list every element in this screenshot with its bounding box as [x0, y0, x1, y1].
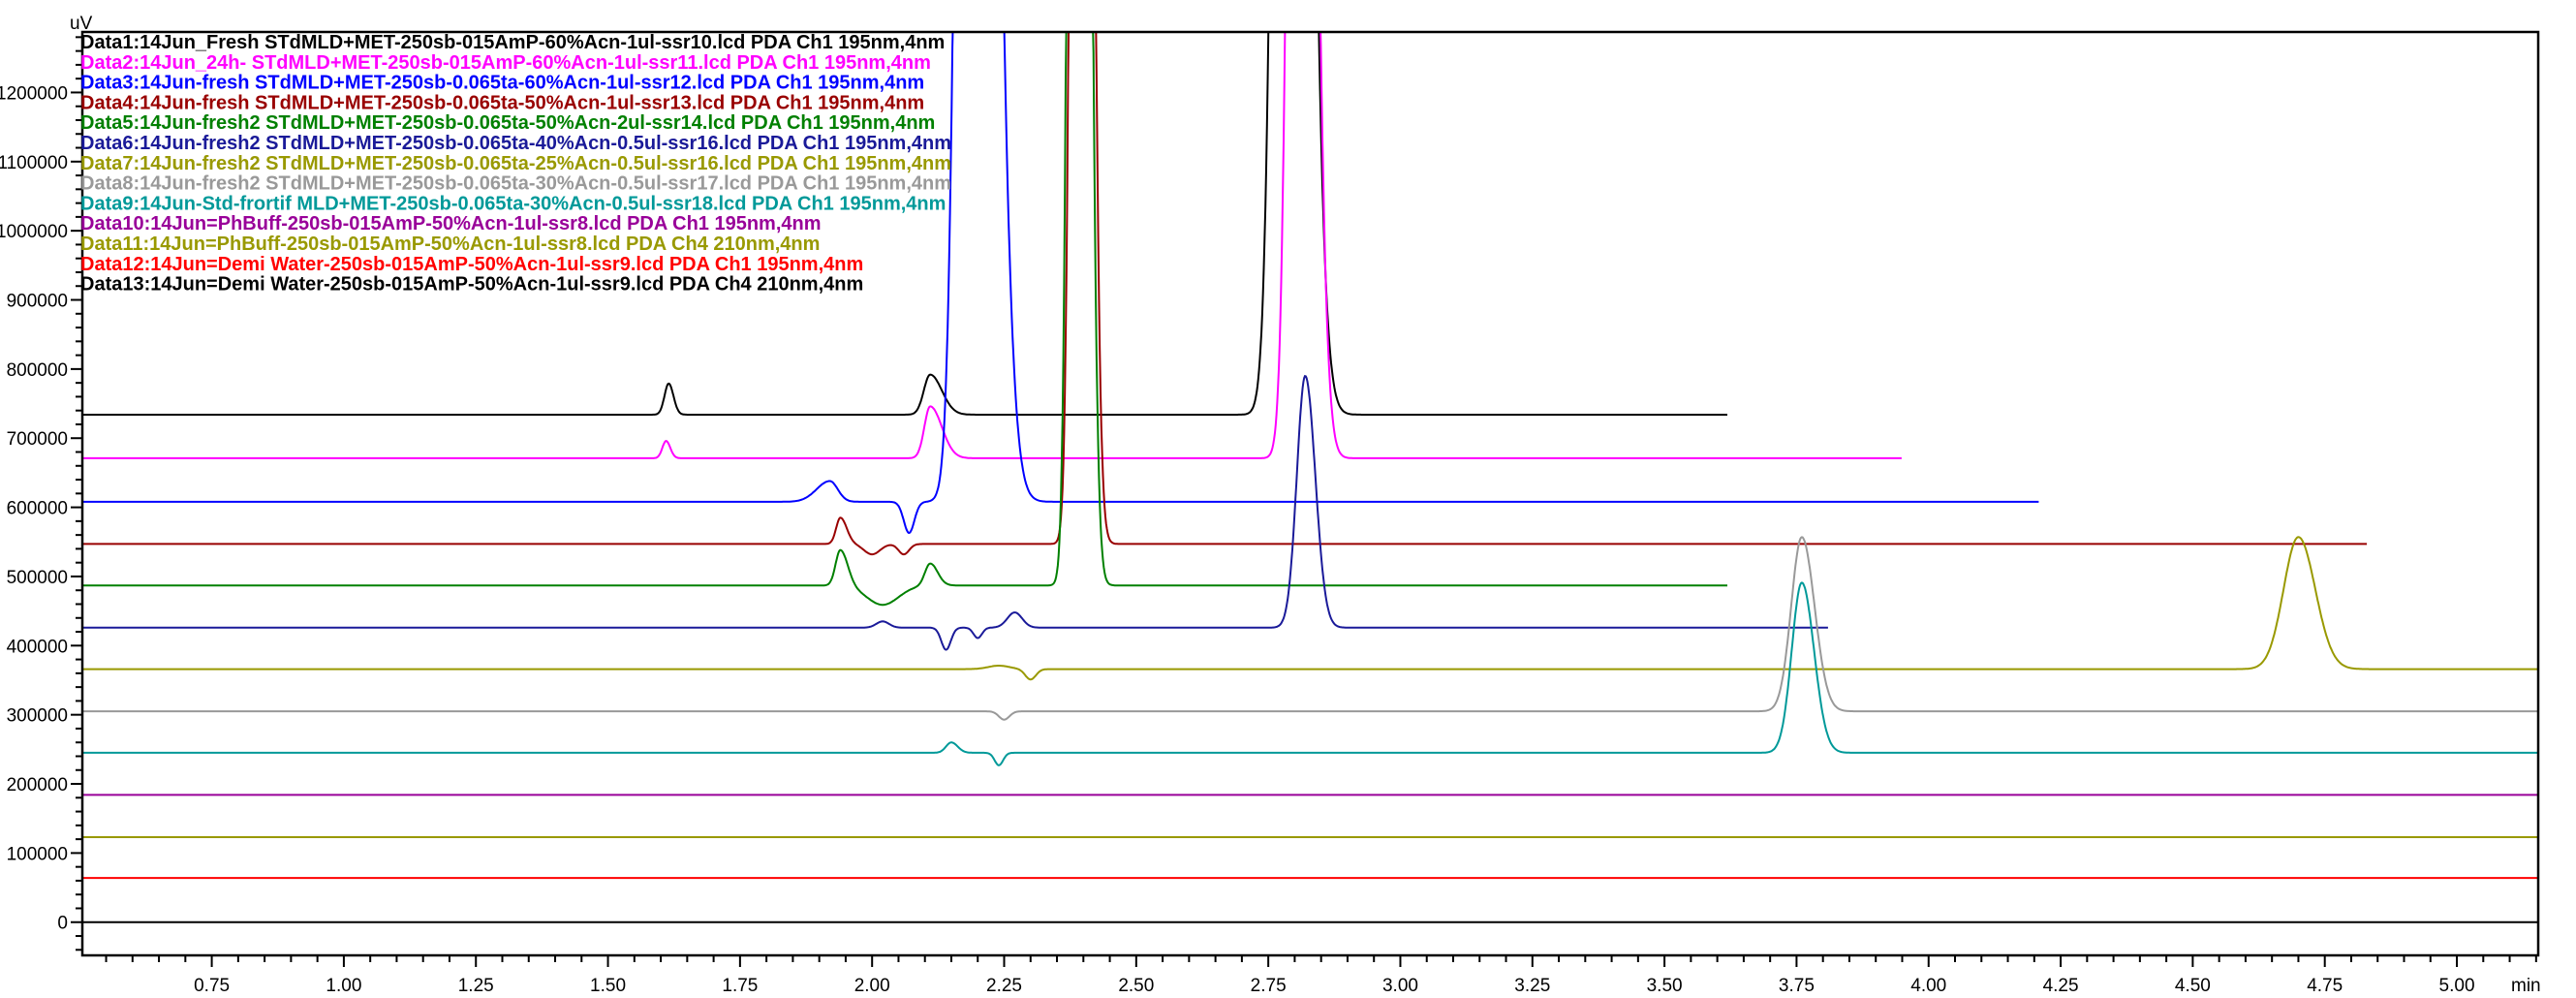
x-tick-label: 4.75 — [2307, 976, 2343, 996]
x-tick-label: 1.00 — [326, 976, 361, 996]
y-tick-label: 600000 — [7, 499, 68, 519]
y-tick-label: 900000 — [7, 292, 68, 312]
x-tick-label: 1.75 — [722, 976, 758, 996]
legend-entry-data13: Data13:14Jun=Demi Water-250sb-015AmP-50%… — [80, 274, 863, 296]
y-tick-label: 1200000 — [0, 83, 68, 104]
legend-entry-data12: Data12:14Jun=Demi Water-250sb-015AmP-50%… — [80, 254, 863, 275]
x-axis: 0.75 1.00 1.25 1.50 1.75 2.00 2.25 2.50 2.75 3.00… — [105, 955, 2537, 996]
legend-entry-data1: Data1:14Jun_Fresh STdMLD+MET-250sb-015Am… — [80, 32, 945, 53]
x-tick-label: 4.25 — [2043, 976, 2079, 996]
legend-entry-data2: Data2:14Jun_24h- STdMLD+MET-250sb-015AmP… — [80, 52, 931, 74]
x-tick-label: 4.50 — [2175, 976, 2211, 996]
x-tick-label: 2.25 — [986, 976, 1022, 996]
y-tick-label: 300000 — [7, 706, 68, 727]
x-tick-label: 2.75 — [1251, 976, 1287, 996]
y-axis: 0 100000 200000 300000 400000 500000 600000 700… — [0, 36, 82, 951]
trace-data7 — [82, 536, 2538, 681]
chromatogram-chart: 0 100000 200000 300000 400000 500000 600000 700… — [0, 14, 2541, 996]
legend-entry-data8: Data8:14Jun-fresh2 STdMLD+MET-250sb-0.06… — [80, 173, 951, 195]
legend-entry-data4: Data4:14Jun-fresh STdMLD+MET-250sb-0.065… — [80, 92, 924, 113]
x-tick-label: 4.00 — [1910, 976, 1946, 996]
x-tick-label: 3.50 — [1647, 976, 1683, 996]
x-tick-label: 0.75 — [194, 976, 230, 996]
y-tick-label: 700000 — [7, 429, 68, 450]
x-tick-label: 1.25 — [458, 976, 494, 996]
x-tick-label: 3.25 — [1514, 976, 1550, 996]
y-tick-label: 500000 — [7, 568, 68, 588]
legend-entry-data9: Data9:14Jun-Std-frortif MLD+MET-250sb-0.… — [80, 193, 946, 214]
legend-entry-data11: Data11:14Jun=PhBuff-250sb-015AmP-50%Acn-… — [80, 234, 820, 255]
y-tick-label: 100000 — [7, 844, 68, 864]
y-tick-label: 1000000 — [0, 222, 68, 242]
legend-entry-data5: Data5:14Jun-fresh2 STdMLD+MET-250sb-0.06… — [80, 112, 935, 134]
x-tick-label: 3.00 — [1382, 976, 1418, 996]
y-tick-label: 800000 — [7, 360, 68, 381]
x-tick-label: 2.50 — [1118, 976, 1154, 996]
legend-entry-data10: Data10:14Jun=PhBuff-250sb-015AmP-50%Acn-… — [80, 213, 822, 234]
legend: Data1:14Jun_Fresh STdMLD+MET-250sb-015Am… — [80, 32, 951, 296]
y-tick-label: 200000 — [7, 775, 68, 795]
legend-entry-data7: Data7:14Jun-fresh2 STdMLD+MET-250sb-0.06… — [80, 153, 951, 174]
y-axis-label: uV — [70, 14, 93, 34]
y-tick-label: 0 — [57, 914, 68, 934]
x-tick-label: 1.50 — [590, 976, 626, 996]
x-tick-label: 5.00 — [2439, 976, 2475, 996]
x-tick-label: 2.00 — [854, 976, 890, 996]
legend-entry-data3: Data3:14Jun-fresh STdMLD+MET-250sb-0.065… — [80, 73, 924, 94]
x-axis-label: min — [2511, 976, 2541, 996]
y-tick-label: 1100000 — [0, 153, 68, 173]
trace-data6 — [82, 374, 1828, 651]
legend-entry-data6: Data6:14Jun-fresh2 STdMLD+MET-250sb-0.06… — [80, 133, 951, 154]
x-tick-label: 3.75 — [1779, 976, 1815, 996]
y-tick-label: 400000 — [7, 637, 68, 657]
trace-data9 — [82, 581, 2538, 766]
